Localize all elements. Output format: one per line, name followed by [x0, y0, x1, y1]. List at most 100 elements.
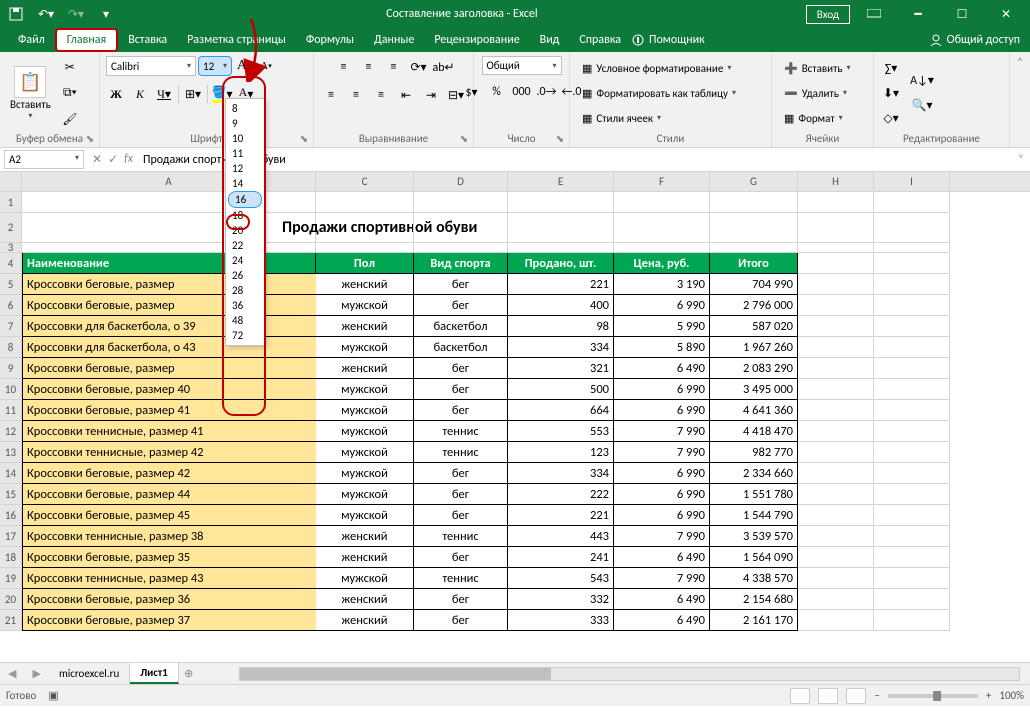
table-header[interactable]: Пол: [316, 253, 414, 274]
row-header[interactable]: 14: [0, 463, 22, 484]
undo-icon[interactable]: ↶▾: [34, 2, 58, 26]
row-header[interactable]: 11: [0, 400, 22, 421]
row-header[interactable]: 15: [0, 484, 22, 505]
table-cell[interactable]: 5 990: [614, 316, 710, 337]
table-cell[interactable]: бег: [414, 295, 508, 316]
table-cell[interactable]: 7 990: [614, 442, 710, 463]
table-cell[interactable]: бег: [414, 505, 508, 526]
zoom-slider[interactable]: [888, 694, 978, 698]
table-cell[interactable]: женский: [316, 589, 414, 610]
table-cell[interactable]: женский: [316, 526, 414, 547]
table-cell[interactable]: 321: [508, 358, 614, 379]
title-cell[interactable]: Продажи спортивной обуви: [22, 213, 316, 243]
insert-cells-button[interactable]: ➕ Вставить▾: [778, 57, 857, 79]
table-cell[interactable]: Кроссовки беговые, размер 42: [22, 463, 316, 484]
table-header[interactable]: Наименование: [22, 253, 316, 274]
expand-formula-icon[interactable]: ˅: [1012, 153, 1030, 167]
table-cell[interactable]: Кроссовки беговые, размер 44: [22, 484, 316, 505]
row-header[interactable]: 6: [0, 295, 22, 316]
enter-formula-icon[interactable]: ✓: [108, 152, 118, 167]
macro-record-icon[interactable]: ▣: [48, 689, 58, 702]
table-header[interactable]: Цена, руб.: [614, 253, 710, 274]
table-cell[interactable]: теннис: [414, 526, 508, 547]
row-header[interactable]: 7: [0, 316, 22, 337]
dialog-launcher-icon[interactable]: ⬊: [457, 131, 471, 145]
save-icon[interactable]: [4, 2, 28, 26]
align-top-icon[interactable]: ≡: [333, 56, 355, 78]
row-header[interactable]: 13: [0, 442, 22, 463]
fx-icon[interactable]: fx: [124, 152, 133, 167]
table-cell[interactable]: Кроссовки беговые, размер: [22, 274, 316, 295]
horizontal-scrollbar[interactable]: [239, 667, 1020, 681]
borders-icon[interactable]: ⊞▾: [183, 84, 203, 104]
row-header[interactable]: 12: [0, 421, 22, 442]
orientation-icon[interactable]: ⟳▾: [408, 56, 430, 78]
table-cell[interactable]: 553: [508, 421, 614, 442]
table-cell[interactable]: теннис: [414, 421, 508, 442]
row-header[interactable]: 8: [0, 337, 22, 358]
table-cell[interactable]: баскетбол: [414, 316, 508, 337]
table-cell[interactable]: бег: [414, 547, 508, 568]
increase-decimal-icon[interactable]: .0→: [536, 81, 558, 103]
sort-filter-icon[interactable]: A↓▾: [906, 70, 938, 92]
table-cell[interactable]: 6 990: [614, 484, 710, 505]
col-header[interactable]: I: [874, 172, 950, 191]
table-cell[interactable]: 2 796 000: [710, 295, 798, 316]
dialog-launcher-icon[interactable]: ⬊: [553, 131, 567, 145]
table-cell[interactable]: бег: [414, 379, 508, 400]
number-format-combo[interactable]: Общий▾: [482, 56, 562, 75]
col-header[interactable]: D: [414, 172, 508, 191]
cancel-formula-icon[interactable]: ✕: [92, 152, 102, 167]
select-all-corner[interactable]: [0, 172, 22, 191]
table-cell[interactable]: баскетбол: [414, 337, 508, 358]
table-cell[interactable]: мужской: [316, 463, 414, 484]
table-cell[interactable]: 500: [508, 379, 614, 400]
clear-icon[interactable]: ◇▾: [880, 107, 902, 129]
fill-icon[interactable]: ⬇▾: [880, 82, 902, 104]
close-icon[interactable]: ✕: [986, 0, 1026, 28]
table-cell[interactable]: 6 990: [614, 295, 710, 316]
sheet-tab[interactable]: Лист1: [130, 663, 179, 684]
table-cell[interactable]: бег: [414, 610, 508, 631]
paste-button[interactable]: 📋 Вставить ▾: [6, 64, 55, 123]
table-cell[interactable]: Кроссовки беговые, размер 37: [22, 610, 316, 631]
table-cell[interactable]: теннис: [414, 442, 508, 463]
font-size-combo[interactable]: 12▾: [198, 56, 232, 76]
page-break-view-icon[interactable]: [846, 688, 866, 704]
bold-button[interactable]: Ж: [106, 84, 126, 104]
table-cell[interactable]: бег: [414, 484, 508, 505]
align-bottom-icon[interactable]: ≡: [383, 56, 405, 78]
name-box[interactable]: A2▾: [4, 150, 84, 169]
row-header[interactable]: 5: [0, 274, 22, 295]
decrease-indent-icon[interactable]: ⇤: [395, 84, 417, 106]
row-header[interactable]: 21: [0, 610, 22, 631]
find-select-icon[interactable]: 🔍▾: [906, 95, 938, 117]
table-header[interactable]: Вид спорта: [414, 253, 508, 274]
format-as-table-button[interactable]: ▦ Форматировать как таблицу▾: [576, 82, 742, 104]
table-cell[interactable]: 1 551 780: [710, 484, 798, 505]
table-cell[interactable]: бег: [414, 463, 508, 484]
spreadsheet-grid[interactable]: A C D E F G H I 1 2Продажи спортивной об…: [0, 172, 1030, 662]
col-header[interactable]: C: [316, 172, 414, 191]
table-cell[interactable]: 222: [508, 484, 614, 505]
zoom-in-icon[interactable]: +: [986, 689, 991, 702]
minimize-icon[interactable]: ━: [898, 0, 938, 28]
login-button[interactable]: Вход: [806, 5, 850, 24]
table-cell[interactable]: 6 990: [614, 505, 710, 526]
table-cell[interactable]: Кроссовки беговые, размер 36: [22, 589, 316, 610]
row-header[interactable]: 4: [0, 253, 22, 274]
table-cell[interactable]: Кроссовки теннисные, размер 42: [22, 442, 316, 463]
table-cell[interactable]: Кроссовки беговые, размер 40: [22, 379, 316, 400]
table-cell[interactable]: 4 418 470: [710, 421, 798, 442]
table-cell[interactable]: Кроссовки беговые, размер 35: [22, 547, 316, 568]
format-cells-button[interactable]: ▦ Формат▾: [778, 107, 857, 129]
row-header[interactable]: 19: [0, 568, 22, 589]
comma-format-icon[interactable]: 000: [511, 81, 533, 103]
col-header[interactable]: G: [710, 172, 798, 191]
table-cell[interactable]: Кроссовки теннисные, размер 43: [22, 568, 316, 589]
table-cell[interactable]: 98: [508, 316, 614, 337]
table-cell[interactable]: 241: [508, 547, 614, 568]
table-cell[interactable]: 221: [508, 274, 614, 295]
accounting-format-icon[interactable]: $▾: [461, 81, 483, 103]
dialog-launcher-icon[interactable]: ⬊: [297, 131, 311, 145]
